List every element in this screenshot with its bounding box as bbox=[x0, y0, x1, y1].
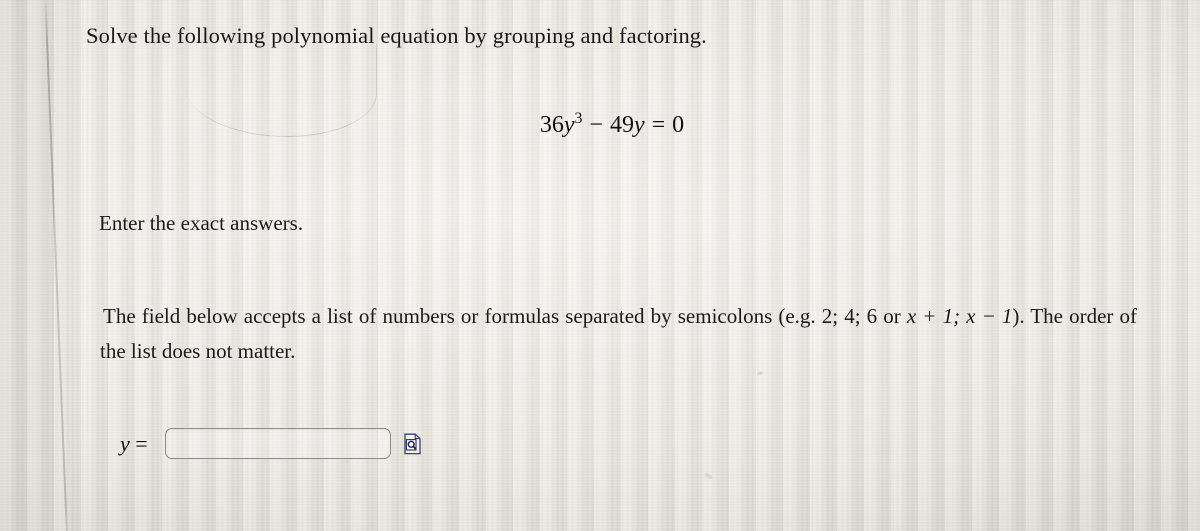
answer-row: y = bbox=[120, 428, 422, 459]
equation-second-coefficient: 49 bbox=[609, 112, 634, 138]
preview-answer-button[interactable] bbox=[403, 433, 422, 455]
equation-display: 36y3−49y = 0 bbox=[0, 111, 1200, 139]
answer-variable: y bbox=[120, 430, 130, 456]
equation-equals-sign: = bbox=[651, 112, 666, 138]
field-help-paragraph: The field below accepts a list of number… bbox=[100, 299, 1137, 368]
field-help-math-example: x + 1; x − 1 bbox=[906, 304, 1013, 328]
answer-variable-label: y = bbox=[120, 431, 148, 457]
equation-right-side: 0 bbox=[672, 112, 685, 138]
enter-exact-answers-instruction: Enter the exact answers. bbox=[99, 211, 304, 235]
equation-expression: 36y3−49y = 0 bbox=[516, 111, 685, 139]
field-help-line-one: The field below accepts a list of number… bbox=[103, 304, 901, 328]
equation-coefficient: 36 bbox=[539, 112, 564, 138]
equation-variable: y bbox=[563, 112, 575, 138]
document-magnifier-preview-icon bbox=[403, 433, 422, 455]
problem-content: Solve the following polynomial equation … bbox=[0, 0, 1200, 531]
problem-prompt: Solve the following polynomial equation … bbox=[86, 23, 707, 48]
answer-input[interactable] bbox=[164, 428, 391, 459]
equation-operator: − bbox=[589, 112, 603, 138]
equation-second-variable: y bbox=[633, 112, 645, 138]
answer-equals-sign: = bbox=[135, 430, 148, 456]
photographed-screen: Solve the following polynomial equation … bbox=[0, 0, 1200, 531]
